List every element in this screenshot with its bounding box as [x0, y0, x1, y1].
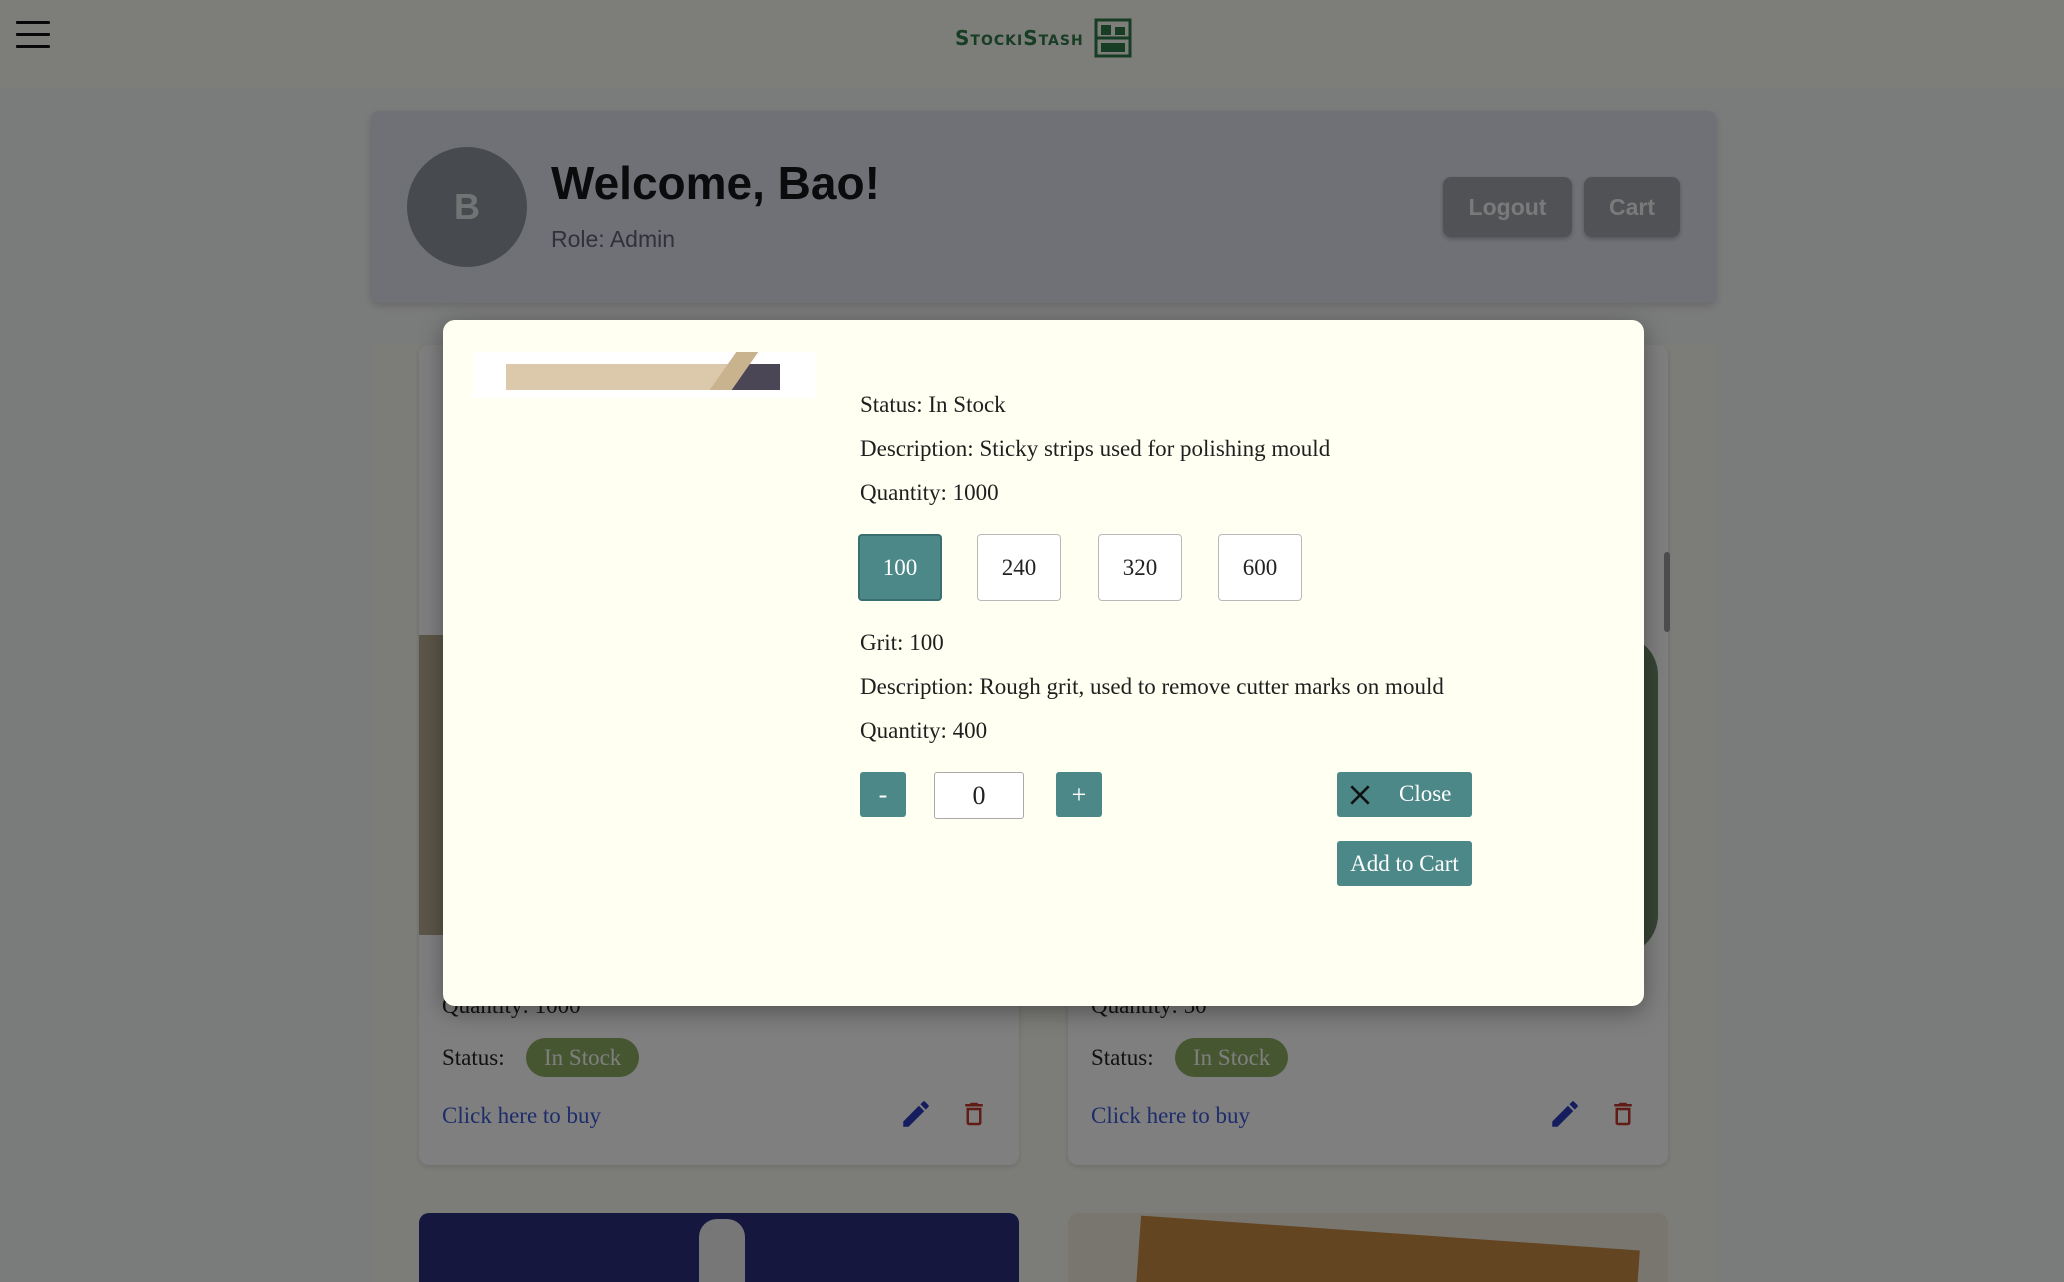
grit-description: Description: Rough grit, used to remove … [860, 674, 1444, 699]
product-modal: Status: In Stock Description: Sticky str… [443, 320, 1644, 1006]
modal-description: Description: Sticky strips used for poli… [860, 436, 1331, 461]
close-button[interactable]: Close [1337, 772, 1472, 817]
add-to-cart-button[interactable]: Add to Cart [1337, 841, 1472, 886]
modal-quantity: Quantity: 1000 [860, 480, 999, 505]
decrement-button[interactable]: - [860, 772, 906, 817]
grit-label: Grit: 100 [860, 630, 944, 655]
grit-quantity: Quantity: 400 [860, 718, 988, 743]
close-x-icon [1350, 785, 1370, 805]
quantity-input[interactable] [934, 772, 1024, 819]
grit-option-320[interactable]: 320 [1098, 534, 1182, 601]
grit-option-240[interactable]: 240 [977, 534, 1061, 601]
modal-status: Status: In Stock [860, 392, 1006, 417]
product-image [473, 352, 815, 398]
grit-option-600[interactable]: 600 [1218, 534, 1302, 601]
increment-button[interactable]: + [1056, 772, 1102, 817]
grit-option-100[interactable]: 100 [858, 534, 942, 601]
close-button-label: Close [1399, 781, 1452, 806]
